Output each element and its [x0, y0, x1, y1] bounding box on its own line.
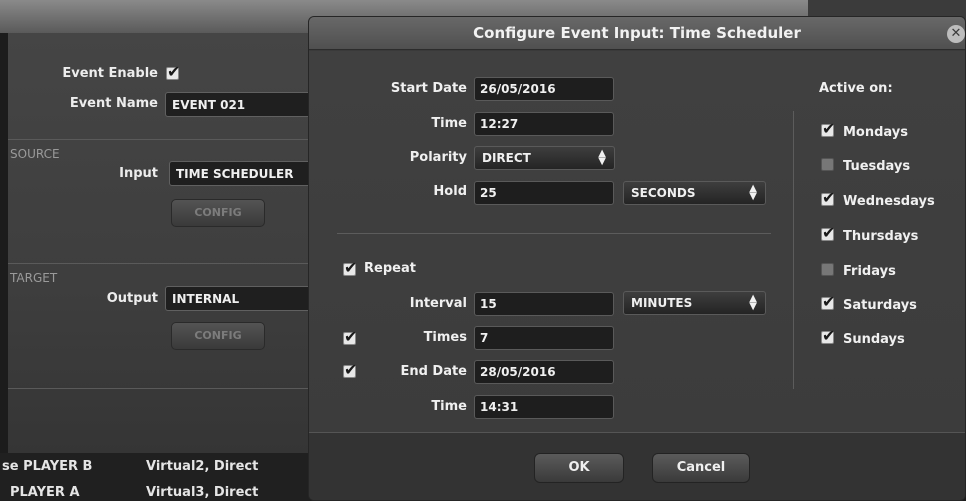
row-name: PLAYER A — [10, 485, 80, 500]
divider — [8, 263, 308, 264]
day-label: Saturdays — [843, 298, 917, 313]
interval-unit-value: MINUTES — [631, 296, 693, 310]
polarity-label: Polarity — [409, 150, 467, 165]
repeat-label: Repeat — [364, 261, 416, 276]
day-wednesdays[interactable]: Wednesdays — [821, 188, 935, 209]
start-date-input[interactable]: 26/05/2016 — [474, 77, 614, 101]
day-fridays[interactable]: Fridays — [821, 263, 896, 279]
target-config-button[interactable]: CONFIG — [171, 322, 265, 350]
day-tuesdays[interactable]: Tuesdays — [821, 158, 910, 174]
close-icon[interactable]: ✕ — [947, 25, 965, 43]
source-config-button[interactable]: CONFIG — [171, 199, 265, 227]
row-value: Virtual2, Direct — [146, 459, 259, 474]
day-saturdays[interactable]: Saturdays — [821, 292, 917, 313]
dialog-footer: OK Cancel — [309, 432, 965, 500]
day-sundays[interactable]: Sundays — [821, 326, 905, 347]
day-label: Thursdays — [843, 229, 919, 244]
time-input[interactable]: 12:27 — [474, 112, 614, 136]
vertical-divider — [793, 111, 794, 389]
list-row[interactable]: se PLAYER B Virtual2, Direct — [0, 455, 310, 479]
dialog-title: Configure Event Input: Time Scheduler — [473, 24, 801, 42]
event-enable-checkbox[interactable] — [166, 62, 180, 81]
event-name-label: Event Name — [69, 96, 158, 111]
end-time-input[interactable]: 14:31 — [474, 395, 614, 419]
output-label: Output — [106, 291, 158, 306]
end-date-label: End Date — [400, 364, 467, 379]
end-time-label: Time — [431, 399, 467, 414]
end-date-input[interactable]: 28/05/2016 — [474, 360, 614, 384]
mondays-checkbox[interactable] — [821, 119, 835, 138]
day-mondays[interactable]: Mondays — [821, 119, 909, 140]
dialog-titlebar: Configure Event Input: Time Scheduler ✕ — [309, 17, 965, 50]
divider — [8, 139, 308, 140]
repeat-checkbox[interactable] — [343, 258, 357, 277]
hold-unit-select[interactable]: SECONDS ▲ ▼ — [623, 181, 766, 205]
polarity-select[interactable]: DIRECT ▲ ▼ — [474, 146, 615, 170]
start-date-label: Start Date — [390, 81, 467, 96]
updown-arrows-icon: ▲ ▼ — [598, 148, 606, 167]
source-section-title: SOURCE — [10, 147, 60, 161]
day-label: Tuesdays — [843, 159, 911, 174]
updown-arrows-icon: ▲ ▼ — [749, 183, 757, 202]
divider — [337, 233, 771, 234]
active-on-label: Active on: — [819, 81, 893, 96]
interval-label: Interval — [409, 296, 467, 311]
day-label: Mondays — [843, 125, 909, 140]
input-label: Input — [119, 166, 158, 181]
dialog-body: Start Date 26/05/2016 Time 12:27 Polarit… — [309, 51, 965, 451]
thursdays-checkbox[interactable] — [821, 223, 835, 242]
wednesdays-checkbox[interactable] — [821, 188, 835, 207]
input-select[interactable]: TIME SCHEDULER — [169, 161, 315, 186]
tuesdays-checkbox[interactable] — [821, 158, 834, 171]
row-value: Virtual3, Direct — [146, 485, 259, 500]
updown-arrows-icon: ▲ ▼ — [749, 293, 757, 312]
hold-input[interactable]: 25 — [474, 181, 614, 205]
cancel-button[interactable]: Cancel — [652, 453, 750, 483]
hold-label: Hold — [433, 184, 467, 199]
time-label: Time — [431, 116, 467, 131]
fridays-checkbox[interactable] — [821, 263, 834, 276]
day-thursdays[interactable]: Thursdays — [821, 223, 919, 244]
output-select[interactable]: INTERNAL — [165, 286, 315, 311]
times-label: Times — [423, 330, 467, 345]
interval-input[interactable]: 15 — [474, 292, 614, 316]
divider — [309, 432, 965, 433]
divider — [8, 388, 308, 389]
row-name: se PLAYER B — [2, 459, 93, 474]
interval-unit-select[interactable]: MINUTES ▲ ▼ — [623, 291, 766, 315]
saturdays-checkbox[interactable] — [821, 292, 835, 311]
configure-event-dialog: Configure Event Input: Time Scheduler ✕ … — [308, 16, 966, 501]
sundays-checkbox[interactable] — [821, 326, 835, 345]
polarity-value: DIRECT — [482, 151, 531, 165]
day-label: Fridays — [843, 264, 896, 279]
day-label: Wednesdays — [843, 194, 935, 209]
event-settings-panel: Event Enable Event Name EVENT 021 SOURCE… — [8, 33, 315, 453]
hold-unit-value: SECONDS — [631, 186, 696, 200]
list-row[interactable]: PLAYER A Virtual3, Direct — [0, 481, 310, 501]
ok-button[interactable]: OK — [534, 453, 624, 483]
event-enable-label: Event Enable — [62, 66, 158, 81]
day-label: Sundays — [843, 332, 905, 347]
event-list: se PLAYER B Virtual2, Direct PLAYER A Vi… — [0, 453, 310, 501]
times-input[interactable]: 7 — [474, 326, 614, 350]
event-name-input[interactable]: EVENT 021 — [165, 92, 315, 117]
target-section-title: TARGET — [10, 271, 58, 285]
